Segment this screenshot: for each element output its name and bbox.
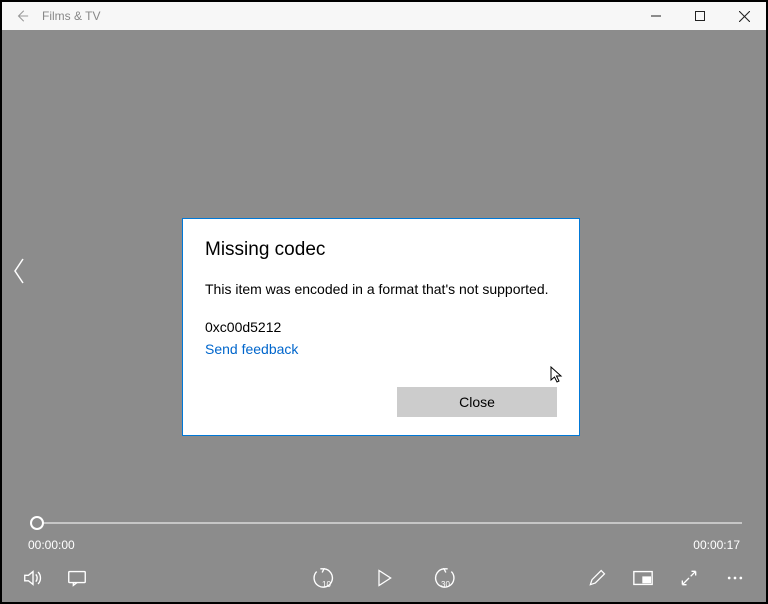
maximize-button[interactable] bbox=[678, 2, 722, 30]
player-controls: 00:00:00 00:00:17 bbox=[2, 512, 766, 602]
video-area: Missing codec This item was encoded in a… bbox=[2, 30, 766, 512]
error-code: 0xc00d5212 bbox=[205, 319, 557, 335]
total-time: 00:00:17 bbox=[693, 538, 740, 552]
mini-view-button[interactable] bbox=[632, 567, 654, 589]
close-window-button[interactable] bbox=[722, 2, 766, 30]
previous-button[interactable] bbox=[4, 241, 34, 301]
close-button[interactable]: Close bbox=[397, 387, 557, 417]
error-dialog: Missing codec This item was encoded in a… bbox=[182, 218, 580, 436]
play-button[interactable] bbox=[373, 567, 395, 589]
seek-track bbox=[36, 522, 742, 524]
edit-button[interactable] bbox=[586, 567, 608, 589]
app-title: Films & TV bbox=[42, 9, 100, 23]
titlebar: Films & TV bbox=[2, 2, 766, 30]
subtitles-button[interactable] bbox=[66, 567, 88, 589]
window-controls bbox=[634, 2, 766, 30]
back-button[interactable] bbox=[2, 9, 42, 23]
control-buttons: 10 30 bbox=[2, 560, 766, 596]
current-time: 00:00:00 bbox=[28, 538, 75, 552]
app-window: Films & TV Missing codec This item was e… bbox=[2, 2, 766, 602]
skip-back-button[interactable]: 10 bbox=[313, 567, 335, 589]
volume-button[interactable] bbox=[22, 567, 44, 589]
minimize-button[interactable] bbox=[634, 2, 678, 30]
skip-forward-label: 30 bbox=[441, 580, 450, 589]
seek-thumb[interactable] bbox=[30, 516, 44, 530]
skip-back-label: 10 bbox=[322, 580, 331, 589]
fullscreen-button[interactable] bbox=[678, 567, 700, 589]
send-feedback-link[interactable]: Send feedback bbox=[205, 341, 557, 357]
dialog-message: This item was encoded in a format that's… bbox=[205, 281, 557, 297]
more-options-button[interactable] bbox=[724, 567, 746, 589]
seek-bar[interactable]: 00:00:00 00:00:17 bbox=[26, 518, 742, 548]
skip-forward-button[interactable]: 30 bbox=[433, 567, 455, 589]
dialog-heading: Missing codec bbox=[205, 239, 557, 261]
